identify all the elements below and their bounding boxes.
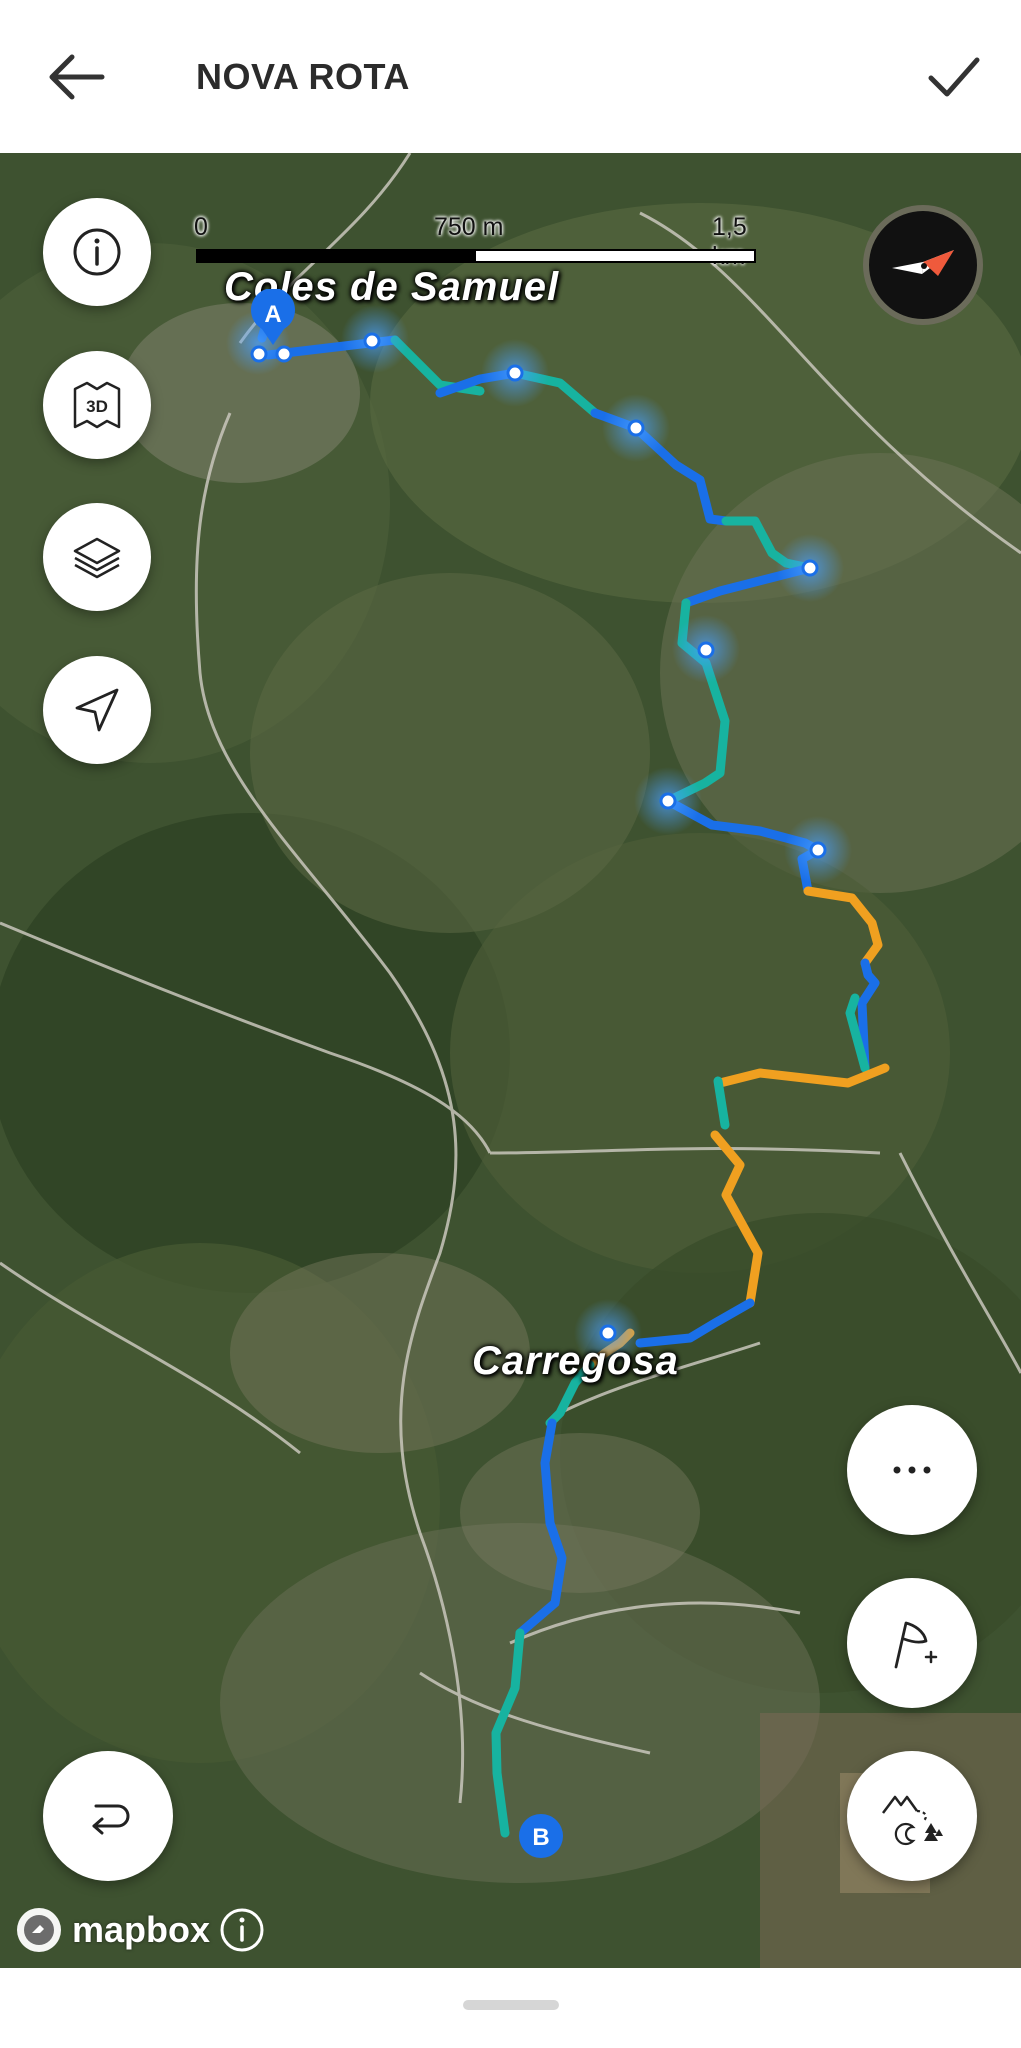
info-icon <box>73 228 121 276</box>
mapbox-wordmark: mapbox <box>72 1909 211 1950</box>
map-view[interactable]: 0 750 m 1,5 km Coles de Samuel Carregosa… <box>0 153 1021 1968</box>
scale-bar: 0 750 m 1,5 km <box>194 213 756 273</box>
back-arrow-icon <box>49 54 105 100</box>
locate-button[interactable] <box>43 656 151 764</box>
attribution-info-icon[interactable] <box>218 1906 266 1954</box>
end-marker[interactable]: B <box>516 1811 566 1866</box>
ellipsis-icon <box>893 1466 931 1474</box>
compass-icon <box>892 250 954 276</box>
top-bar: NOVA ROTA <box>0 0 1021 153</box>
reverse-route-icon <box>92 1804 130 1835</box>
mountain-trail-icon <box>882 1795 943 1846</box>
flag-plus-icon <box>894 1621 938 1669</box>
info-button[interactable] <box>43 198 151 306</box>
navigation-arrow-icon <box>75 688 119 732</box>
mapbox-logo-icon <box>17 1908 61 1952</box>
satellite-terrain <box>0 153 1021 1968</box>
start-marker[interactable]: A <box>248 287 298 352</box>
scale-label-zero: 0 <box>194 213 208 241</box>
3d-map-icon: 3D <box>73 381 121 429</box>
reverse-route-button[interactable] <box>43 1751 173 1881</box>
page-title: NOVA ROTA <box>196 56 410 97</box>
layers-button[interactable] <box>43 503 151 611</box>
checkmark-icon <box>928 57 980 97</box>
sheet-drag-handle[interactable] <box>463 2000 559 2010</box>
scale-bar-line <box>196 249 756 263</box>
start-marker-label: A <box>264 301 281 328</box>
scale-label-mid: 750 m <box>434 213 504 241</box>
trail-type-button[interactable] <box>847 1751 977 1881</box>
layers-icon <box>73 537 121 579</box>
back-button[interactable] <box>40 40 114 114</box>
3d-button[interactable]: 3D <box>43 351 151 459</box>
more-button[interactable] <box>847 1405 977 1535</box>
bottom-sheet[interactable] <box>0 1968 1021 2048</box>
place-label-carregosa: Carregosa <box>472 1339 679 1383</box>
mapbox-attribution[interactable]: mapbox <box>14 1905 266 1955</box>
end-marker-label: B <box>532 1824 549 1851</box>
add-waypoint-button[interactable] <box>847 1578 977 1708</box>
confirm-button[interactable] <box>917 40 991 114</box>
compass-button[interactable] <box>863 205 983 325</box>
3d-label: 3D <box>86 397 108 416</box>
